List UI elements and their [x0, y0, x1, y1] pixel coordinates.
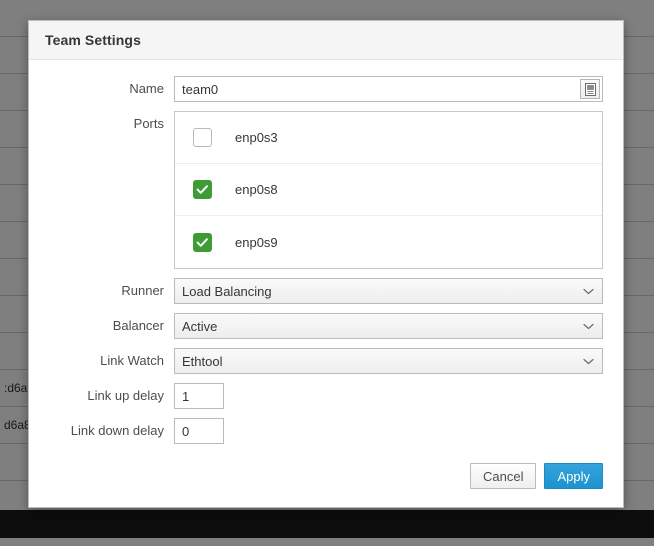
field-row-runner: Runner Load Balancing — [29, 278, 603, 304]
port-label: enp0s3 — [235, 130, 278, 145]
link-watch-select[interactable]: Ethtool — [174, 348, 603, 374]
chevron-down-icon — [583, 314, 594, 338]
link-watch-control: Ethtool — [174, 348, 603, 374]
cancel-button[interactable]: Cancel — [470, 463, 536, 489]
name-input[interactable] — [174, 76, 603, 102]
list-item[interactable]: enp0s9 — [175, 216, 602, 268]
balancer-select[interactable]: Active — [174, 313, 603, 339]
runner-control: Load Balancing — [174, 278, 603, 304]
list-item[interactable]: enp0s3 — [175, 112, 602, 164]
field-row-link-down-delay: Link down delay — [29, 418, 603, 444]
runner-label: Runner — [29, 278, 174, 304]
balancer-selected-value: Active — [182, 319, 217, 334]
link-watch-label: Link Watch — [29, 348, 174, 374]
team-settings-dialog: Team Settings Name — [28, 20, 624, 508]
link-down-delay-input[interactable] — [174, 418, 224, 444]
link-down-delay-label: Link down delay — [29, 418, 174, 444]
chevron-down-icon — [583, 349, 594, 373]
port-label: enp0s8 — [235, 182, 278, 197]
address-book-icon[interactable] — [580, 79, 600, 99]
name-control — [174, 76, 603, 102]
link-down-delay-control — [174, 418, 603, 444]
balancer-control: Active — [174, 313, 603, 339]
field-row-ports: Ports enp0s3 enp0s8 — [29, 111, 603, 269]
runner-select[interactable]: Load Balancing — [174, 278, 603, 304]
name-label: Name — [29, 76, 174, 102]
ports-control: enp0s3 enp0s8 — [174, 111, 603, 269]
port-checkbox-checked[interactable] — [193, 233, 212, 252]
ports-label: Ports — [29, 111, 174, 135]
apply-button[interactable]: Apply — [544, 463, 603, 489]
port-label: enp0s9 — [235, 235, 278, 250]
name-input-group — [174, 76, 603, 102]
ports-list: enp0s3 enp0s8 — [174, 111, 603, 269]
field-row-name: Name — [29, 76, 603, 102]
port-checkbox-unchecked[interactable] — [193, 128, 212, 147]
runner-selected-value: Load Balancing — [182, 284, 272, 299]
dialog-title: Team Settings — [45, 32, 141, 48]
dialog-body: Name Ports — [29, 60, 623, 453]
field-row-link-watch: Link Watch Ethtool — [29, 348, 603, 374]
link-up-delay-input[interactable] — [174, 383, 224, 409]
link-watch-selected-value: Ethtool — [182, 354, 222, 369]
link-up-delay-control — [174, 383, 603, 409]
balancer-label: Balancer — [29, 313, 174, 339]
field-row-balancer: Balancer Active — [29, 313, 603, 339]
link-up-delay-label: Link up delay — [29, 383, 174, 409]
dialog-header: Team Settings — [29, 21, 623, 60]
port-checkbox-checked[interactable] — [193, 180, 212, 199]
field-row-link-up-delay: Link up delay — [29, 383, 603, 409]
chevron-down-icon — [583, 279, 594, 303]
list-item[interactable]: enp0s8 — [175, 164, 602, 216]
dialog-footer: Cancel Apply — [29, 453, 623, 513]
